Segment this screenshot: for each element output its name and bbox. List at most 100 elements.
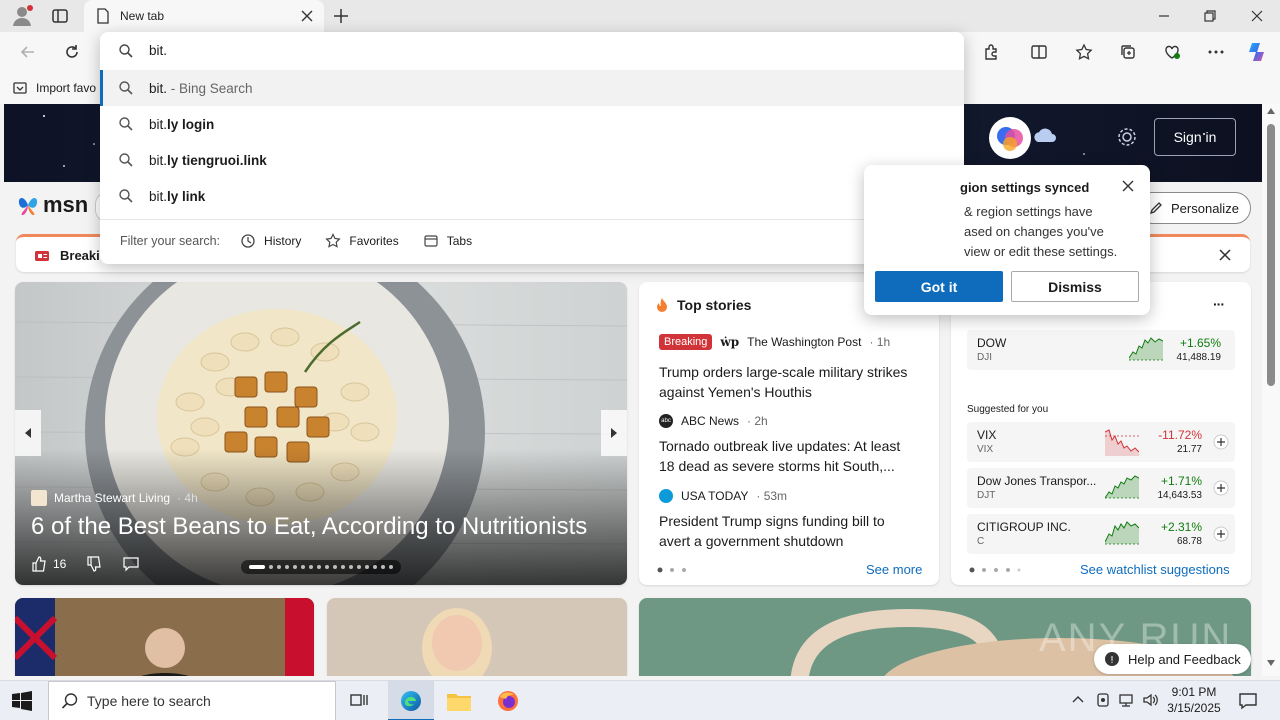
refresh-icon[interactable] — [58, 38, 86, 66]
see-watchlist-suggestions-link[interactable]: See watchlist suggestions — [1080, 562, 1230, 577]
vix-row[interactable]: VIX VIX -11.72% 21.77 — [967, 422, 1235, 462]
story-2-line-1: Tornado outbreak live updates: At least — [659, 438, 901, 454]
story-2-headline[interactable]: Tornado outbreak live updates: At least … — [659, 436, 900, 476]
task-view-icon[interactable] — [349, 691, 369, 711]
citigroup-row[interactable]: CITIGROUP INC. C +2.31% 68.78 — [967, 514, 1235, 554]
clock-time: 9:01 PM — [1171, 685, 1217, 699]
hero-prev-button[interactable] — [15, 410, 41, 456]
watchlist-pager-dots[interactable] — [969, 567, 1021, 573]
got-it-button[interactable]: Got it — [875, 271, 1003, 302]
abc-logo-icon: abc — [659, 414, 673, 428]
add-djt-icon[interactable] — [1213, 480, 1229, 496]
story-1-headline[interactable]: Trump orders large-scale military strike… — [659, 362, 907, 402]
taskbar-edge-button[interactable] — [388, 681, 434, 720]
close-breaking-icon[interactable] — [1218, 248, 1232, 262]
tab-actions-icon[interactable] — [50, 6, 70, 26]
sign-in-button[interactable]: Sign in — [1154, 118, 1236, 156]
story-2-age: · 2h — [747, 414, 768, 428]
news-card-portrait[interactable] — [327, 598, 627, 676]
search-icon — [119, 81, 133, 95]
taskbar-clock[interactable]: 9:01 PM 3/15/2025 — [1164, 684, 1224, 716]
personalize-button[interactable]: Personalize — [1136, 192, 1251, 224]
address-input[interactable]: bit. — [149, 43, 167, 58]
scroll-down-icon[interactable] — [1267, 660, 1275, 666]
page-icon — [96, 8, 110, 24]
file-explorer-icon[interactable] — [446, 689, 472, 713]
djt-row[interactable]: Dow Jones Transpor... DJT +1.71% 14,643.… — [967, 468, 1235, 508]
filter-history[interactable]: History — [240, 233, 301, 249]
watchlist-card: ··· DOW DJI +1.65% 41,488.19 Suggested f… — [951, 282, 1251, 585]
network-icon[interactable] — [1118, 692, 1136, 708]
hero-reactions: 16 — [31, 556, 140, 572]
hero-age: · 4h — [177, 491, 198, 505]
tab-new-tab[interactable]: New tab — [84, 0, 324, 32]
weather-cloud-icon[interactable] — [1032, 128, 1058, 144]
close-popup-icon[interactable] — [1121, 179, 1135, 193]
copilot-badge-icon[interactable] — [988, 116, 1032, 160]
dismiss-button[interactable]: Dismiss — [1011, 271, 1139, 302]
add-citigroup-icon[interactable] — [1213, 526, 1229, 542]
back-icon[interactable] — [14, 38, 42, 66]
more-menu-icon[interactable] — [1202, 38, 1230, 66]
windows-start-icon[interactable] — [12, 691, 32, 711]
suggestion-bitly-link[interactable]: bit.ly link — [100, 178, 964, 214]
notifications-icon[interactable] — [1238, 691, 1258, 711]
collections-icon[interactable] — [1114, 38, 1142, 66]
suggestion-bing-search[interactable]: bit. - Bing Search — [100, 70, 964, 106]
history-icon — [241, 234, 255, 248]
carousel-dots[interactable] — [241, 560, 401, 574]
new-tab-icon[interactable] — [331, 6, 351, 26]
news-card-politics[interactable] — [15, 598, 314, 676]
djt-change: +1.71% — [1160, 474, 1202, 488]
minimize-icon[interactable] — [1156, 8, 1172, 24]
tray-chevron-icon[interactable] — [1072, 694, 1084, 706]
scrollbar-thumb[interactable] — [1267, 124, 1275, 386]
hero-story-card[interactable]: Martha Stewart Living · 4h 6 of the Best… — [15, 282, 627, 585]
volume-icon[interactable] — [1142, 692, 1160, 708]
close-window-icon[interactable] — [1249, 8, 1265, 24]
extensions-icon[interactable] — [977, 38, 1005, 66]
address-input-row[interactable]: bit. — [100, 32, 964, 70]
breaking-label: Breaki — [60, 248, 100, 263]
copilot-icon[interactable] — [1244, 38, 1272, 66]
split-screen-icon[interactable] — [1025, 38, 1053, 66]
filter-favorites[interactable]: Favorites — [325, 233, 399, 249]
watchlist-more-button[interactable]: ··· — [1213, 296, 1225, 312]
restore-icon[interactable] — [1202, 8, 1218, 24]
suggestion-bitly-tiengruoi[interactable]: bit.ly tiengruoi.link — [100, 142, 964, 178]
hero-title[interactable]: 6 of the Best Beans to Eat, According to… — [31, 513, 587, 541]
story-3-line-2: avert a government shutdown — [659, 533, 844, 549]
add-vix-icon[interactable] — [1213, 434, 1229, 450]
msn-logo[interactable]: msn — [16, 192, 88, 218]
search-icon — [119, 117, 133, 131]
comment-icon[interactable] — [122, 556, 140, 572]
page-settings-icon[interactable] — [1116, 126, 1138, 148]
import-favorites-item[interactable]: Import favo — [12, 80, 96, 96]
profile-icon[interactable] — [10, 4, 34, 28]
suggestion-1-source: - Bing Search — [167, 80, 253, 96]
filter-tabs[interactable]: Tabs — [423, 233, 472, 249]
see-more-link[interactable]: See more — [866, 562, 922, 577]
help-feedback-button[interactable]: ! Help and Feedback — [1094, 644, 1251, 674]
story-3-headline[interactable]: President Trump signs funding bill to av… — [659, 511, 885, 551]
popup-line-3: view or edit these settings. — [964, 244, 1118, 259]
firefox-icon[interactable] — [496, 689, 520, 713]
msn-logo-text: msn — [43, 192, 89, 217]
favorites-icon[interactable] — [1070, 38, 1098, 66]
close-tab-icon[interactable] — [300, 9, 314, 23]
hero-next-button[interactable] — [601, 410, 627, 456]
dow-row[interactable]: DOW DJI +1.65% 41,488.19 — [967, 330, 1235, 370]
windows-taskbar: Type here to search 9:01 PM 3/15/2025 — [0, 680, 1280, 720]
tray-device-icon[interactable] — [1096, 692, 1110, 708]
taskbar-search-box[interactable]: Type here to search — [48, 681, 336, 720]
scroll-up-icon[interactable] — [1267, 108, 1275, 114]
svg-text:!: ! — [1110, 655, 1114, 666]
source-logo-icon — [31, 490, 47, 506]
suggestion-bitly-login[interactable]: bit.ly login — [100, 106, 964, 142]
top-stories-pager-dots[interactable] — [657, 567, 691, 573]
thumbs-down-icon[interactable] — [86, 556, 102, 572]
page-scrollbar[interactable] — [1262, 104, 1280, 676]
like-button[interactable]: 16 — [31, 556, 66, 572]
browser-essentials-icon[interactable] — [1158, 38, 1186, 66]
suggestion-2-completion: ly login — [167, 116, 215, 132]
